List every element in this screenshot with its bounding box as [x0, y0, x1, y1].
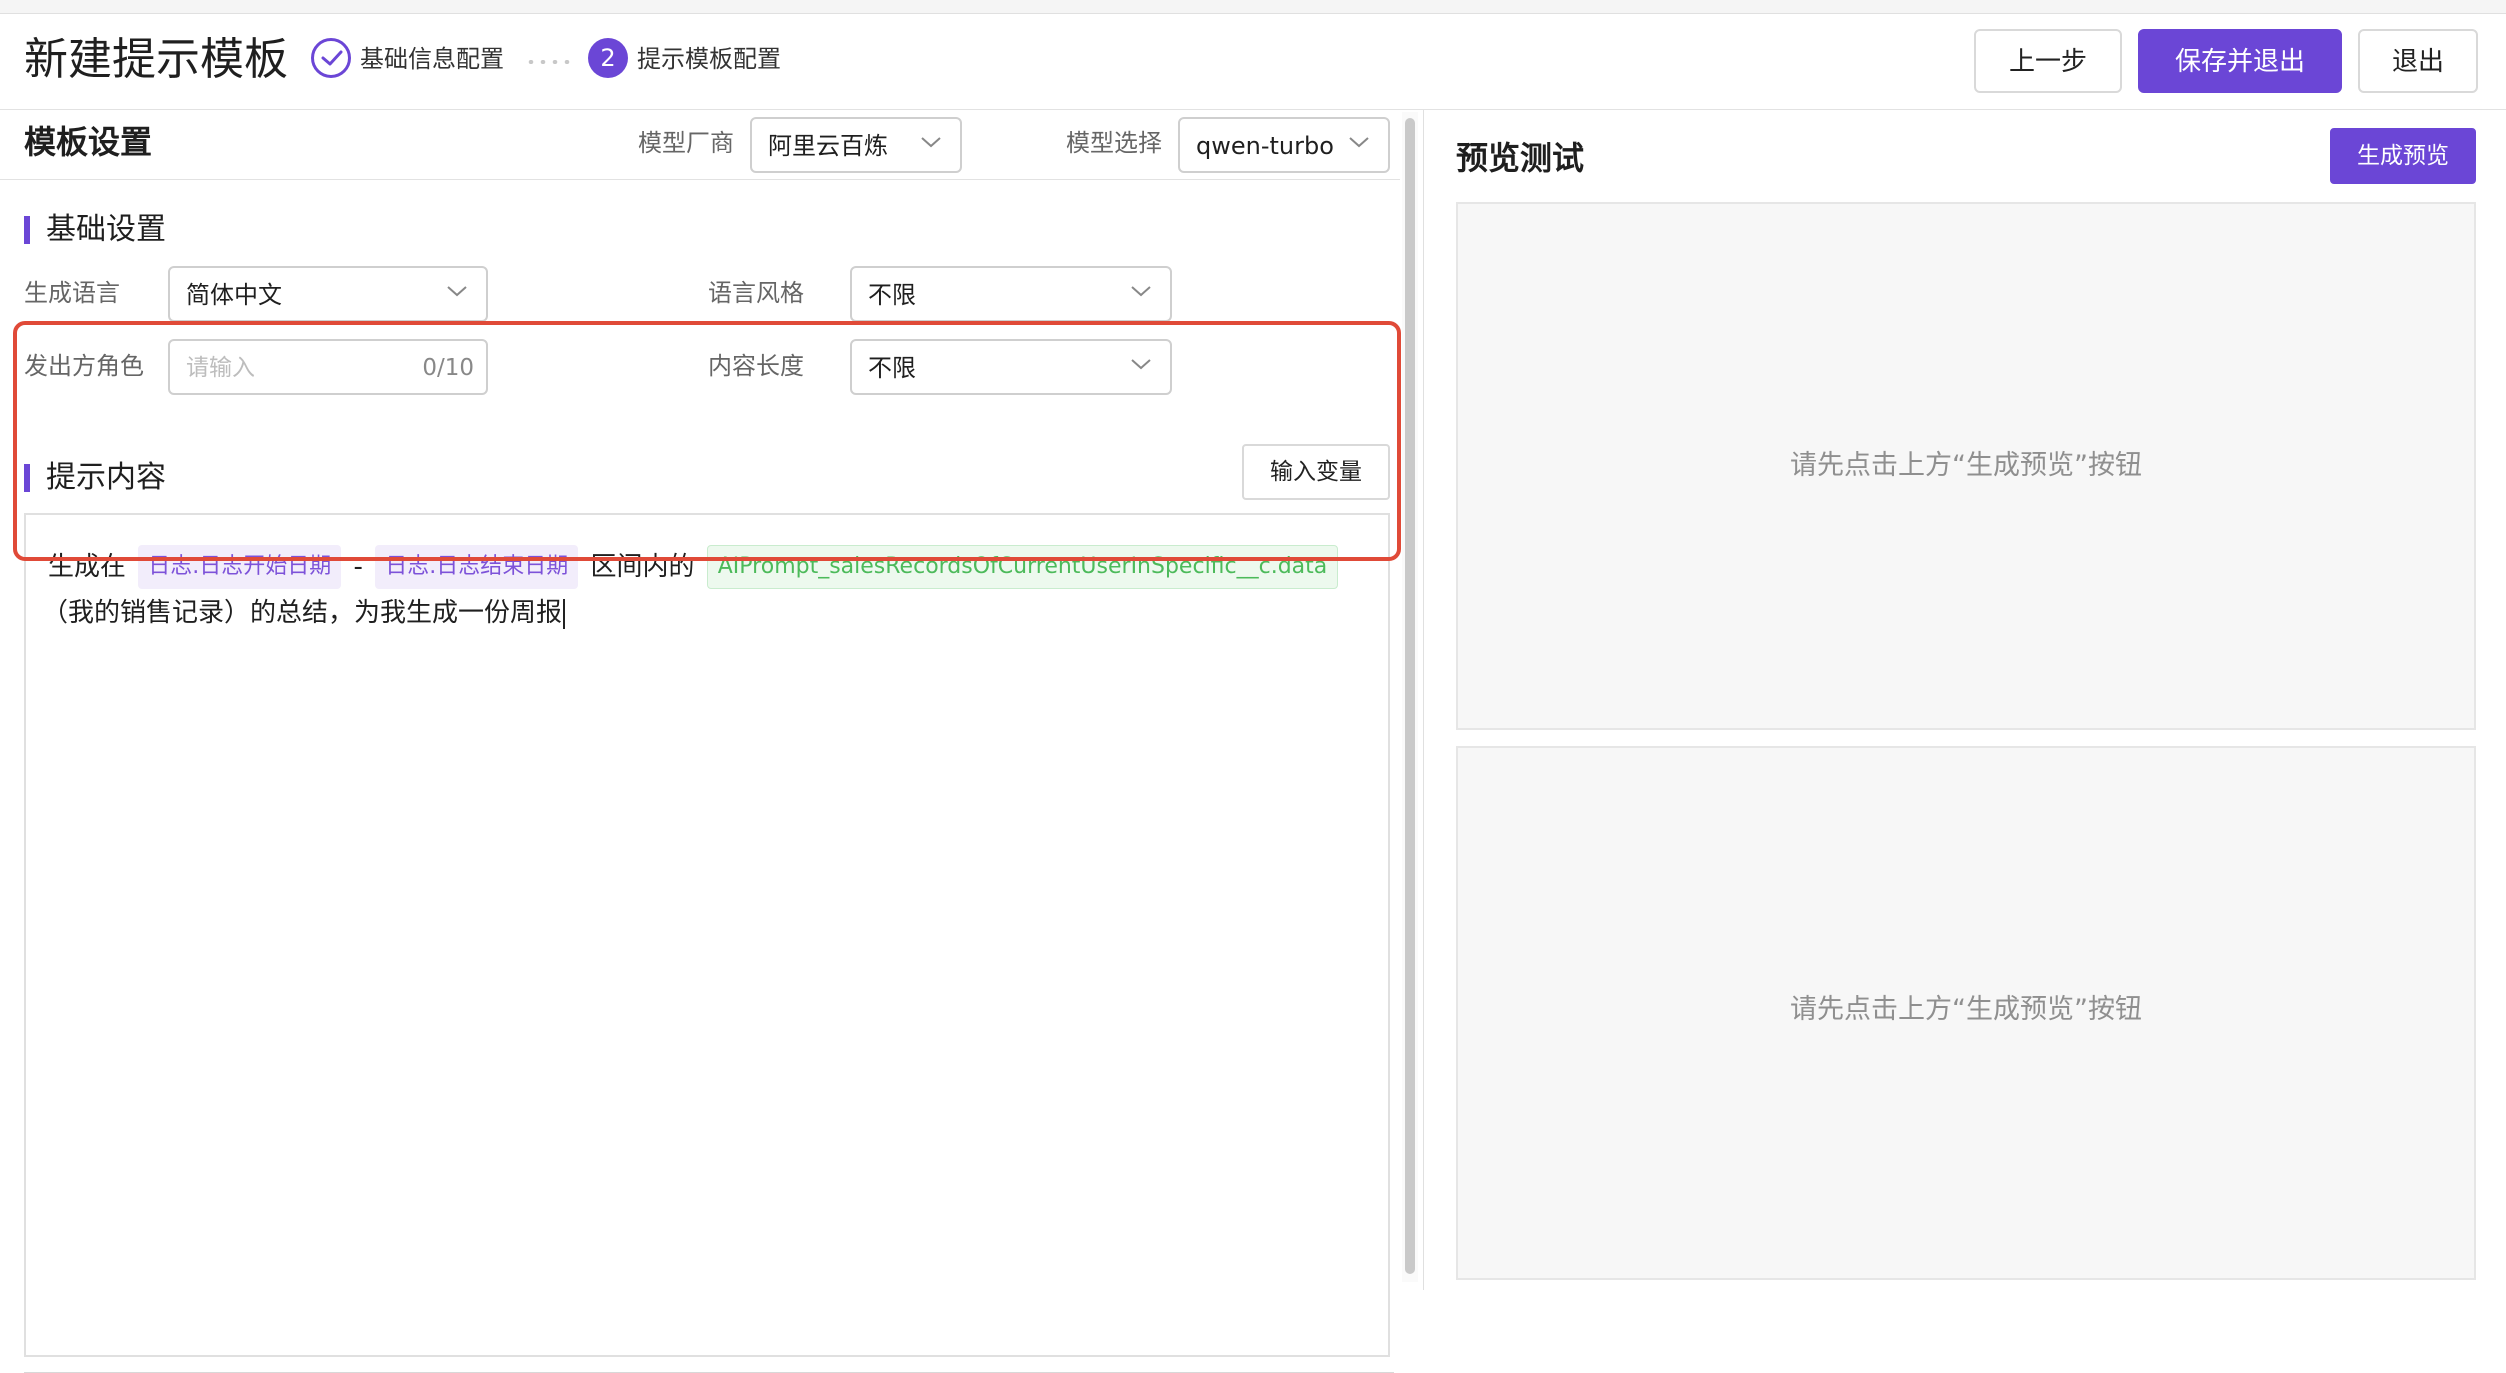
step-2-label: 提示模板配置: [637, 45, 781, 73]
language-select[interactable]: 简体中文: [168, 266, 488, 322]
template-settings-panel: 模板设置 模型厂商 阿里云百炼 模型选择 qwen-turbo 基础设置 生成语…: [0, 110, 1408, 1373]
step-done-check-icon: [311, 38, 351, 78]
preview-hint: 请先点击上方“生成预览”按钮: [1790, 450, 2142, 481]
step-2-number-icon: 2: [588, 38, 628, 78]
template-settings-title: 模板设置: [24, 123, 153, 161]
prompt-editor-line-2: （我的销售记录）的总结，为我生成一份周报: [42, 591, 566, 635]
text-caret: [563, 598, 566, 629]
basic-settings-accent-bar: [24, 216, 30, 244]
preview-panel: 预览测试 生成预览 请先点击上方“生成预览”按钮 请先点击上方“生成预览”按钮: [1424, 110, 2506, 1290]
preview-result-box-1: 请先点击上方“生成预览”按钮: [1456, 202, 2476, 730]
style-select-value: 不限: [868, 281, 916, 309]
chevron-down-icon: [1349, 137, 1369, 148]
step-1-label: 基础信息配置: [360, 45, 504, 73]
page-header: 新建提示模板 基础信息配置 2 提示模板配置 上一步 保存并退出 退出: [0, 14, 2506, 110]
prompt-content-highlight: [13, 321, 1401, 561]
prev-step-button[interactable]: 上一步: [1974, 29, 2122, 93]
exit-button[interactable]: 退出: [2358, 29, 2478, 93]
language-label: 生成语言: [24, 279, 120, 307]
vendor-select[interactable]: 阿里云百炼: [750, 117, 962, 173]
basic-settings-title: 基础设置: [46, 212, 166, 247]
style-select[interactable]: 不限: [850, 266, 1172, 322]
page-title: 新建提示模板: [24, 34, 288, 85]
language-select-value: 简体中文: [186, 281, 282, 309]
style-label: 语言风格: [708, 279, 804, 307]
prompt-editor[interactable]: 生成在 日志.日志开始日期 - 日志.日志结束日期 区间内的 AIPrompt_…: [24, 513, 1390, 1357]
generate-preview-button[interactable]: 生成预览: [2330, 128, 2476, 184]
model-select-value: qwen-turbo: [1196, 132, 1334, 160]
window-top-strip: [0, 0, 2506, 14]
save-and-exit-button[interactable]: 保存并退出: [2138, 29, 2342, 93]
step-connector-dots: [525, 60, 575, 64]
left-panel-scrollbar-thumb[interactable]: [1405, 118, 1415, 1274]
vendor-label: 模型厂商: [638, 129, 734, 157]
preview-title: 预览测试: [1456, 139, 1585, 177]
chevron-down-icon: [1131, 286, 1151, 297]
preview-hint: 请先点击上方“生成预览”按钮: [1790, 994, 2142, 1025]
chevron-down-icon: [447, 286, 467, 297]
template-settings-header: 模板设置 模型厂商 阿里云百炼 模型选择 qwen-turbo: [0, 110, 1400, 180]
model-label: 模型选择: [1066, 129, 1162, 157]
prompt-text: （我的销售记录）的总结，为我生成一份周报: [42, 598, 563, 628]
vendor-select-value: 阿里云百炼: [768, 132, 888, 160]
chevron-down-icon: [921, 137, 941, 148]
model-select[interactable]: qwen-turbo: [1178, 117, 1390, 173]
preview-result-box-2: 请先点击上方“生成预览”按钮: [1456, 746, 2476, 1280]
